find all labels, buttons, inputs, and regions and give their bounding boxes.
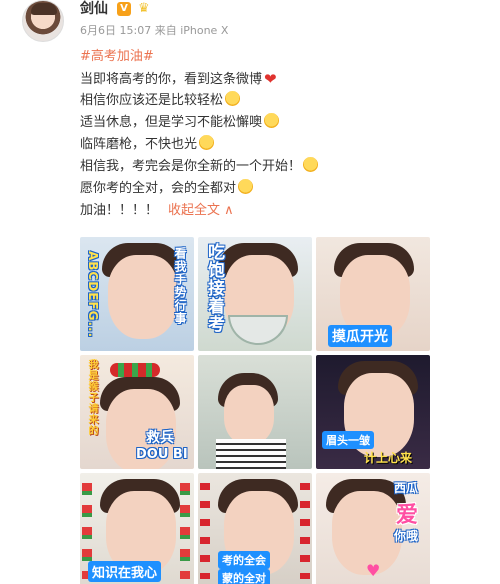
photo-caption: 看我手势行事 <box>173 247 187 325</box>
lips-icon <box>200 483 210 579</box>
photo-caption: 你哦 <box>394 529 419 543</box>
photo-caption: 我是猴子请来的 <box>86 359 97 436</box>
post-date[interactable]: 6月6日 15:07 <box>80 24 151 37</box>
heart-icon: ♥ <box>366 561 381 580</box>
crown-badge-icon: ♛ <box>138 1 150 16</box>
photo-caption: 考的全会 <box>218 551 270 569</box>
topic-link[interactable]: #高考加油# <box>80 49 154 64</box>
photo-tile-6[interactable]: 眉头一皱 计上心来 <box>316 355 430 469</box>
face-shape <box>224 385 274 445</box>
lips-icon <box>300 483 310 579</box>
bowl-shape <box>228 315 288 345</box>
avatar[interactable] <box>22 0 64 42</box>
photo-tile-5[interactable] <box>198 355 312 469</box>
photo-caption: 西瓜 <box>394 481 419 495</box>
post-line: 当即将高考的你，看到这条微博 <box>80 72 263 87</box>
photo-tile-3[interactable]: 摸瓜开光 <box>316 237 430 351</box>
shirt-shape <box>216 439 286 469</box>
post-line: 临阵磨枪，不快也光 <box>80 137 198 152</box>
photo-tile-1[interactable]: ABCDEFG... 看我手势行事 <box>80 237 194 351</box>
post-text: #高考加油# 当即将高考的你，看到这条微博 ❤ 相信你应该还是比较轻松 适当休息，… <box>80 46 480 222</box>
post-line: 相信我，考完会是你全新的一个开始！ <box>80 159 302 174</box>
photo-caption: 吃饱接着考 <box>204 243 224 333</box>
flower-crown-shape <box>110 363 160 377</box>
heart-icon: ❤ <box>264 70 277 88</box>
post-line: 愿你考的全对，会的全都对 <box>80 181 237 196</box>
photo-caption: 摸瓜开光 <box>328 325 392 347</box>
watermelon-icon <box>180 483 190 579</box>
laugh-emoji-icon <box>199 135 215 150</box>
post-source: 来自 iPhone X <box>154 24 229 37</box>
photo-caption: ABCDEFG... <box>86 251 100 339</box>
post-line: 加油！！！！ <box>80 203 159 218</box>
weibo-post: 剑仙 V ♛ 6月6日 15:07 来自 iPhone X #高考加油# 当即将… <box>0 0 500 584</box>
smile-emoji-icon <box>225 91 241 106</box>
surprised-emoji-icon <box>303 157 319 172</box>
fist-emoji-icon <box>238 179 254 194</box>
post-line: 相信你应该还是比较轻松 <box>80 93 224 108</box>
photo-grid: ABCDEFG... 看我手势行事 吃饱接着考 摸瓜开光 我是猴子请来的 救兵 … <box>80 237 430 584</box>
photo-caption: DOU BI <box>136 447 188 462</box>
photo-caption: 爱 <box>396 503 419 528</box>
photo-tile-2[interactable]: 吃饱接着考 <box>198 237 312 351</box>
post-line: 适当休息，但是学习不能松懈噢 <box>80 115 263 130</box>
photo-tile-9[interactable]: 西瓜 爱 你哦 ♥ <box>316 473 430 584</box>
photo-caption: 眉头一皱 <box>322 431 374 449</box>
wink-emoji-icon <box>264 113 280 128</box>
post-meta: 6月6日 15:07 来自 iPhone X <box>80 24 228 38</box>
photo-tile-8[interactable]: 考的全会 蒙的全对 <box>198 473 312 584</box>
photo-tile-7[interactable]: 知识在我心 <box>80 473 194 584</box>
username[interactable]: 剑仙 <box>80 0 108 18</box>
collapse-text-link[interactable]: 收起全文 ∧ <box>168 203 234 218</box>
photo-caption: 救兵 <box>146 430 174 446</box>
photo-caption: 知识在我心 <box>88 561 162 582</box>
verified-badge-icon: V <box>117 2 131 16</box>
photo-caption: 计上心来 <box>364 451 413 465</box>
photo-tile-4[interactable]: 我是猴子请来的 救兵 DOU BI <box>80 355 194 469</box>
photo-caption: 蒙的全对 <box>218 569 270 584</box>
face-shape <box>108 255 178 339</box>
